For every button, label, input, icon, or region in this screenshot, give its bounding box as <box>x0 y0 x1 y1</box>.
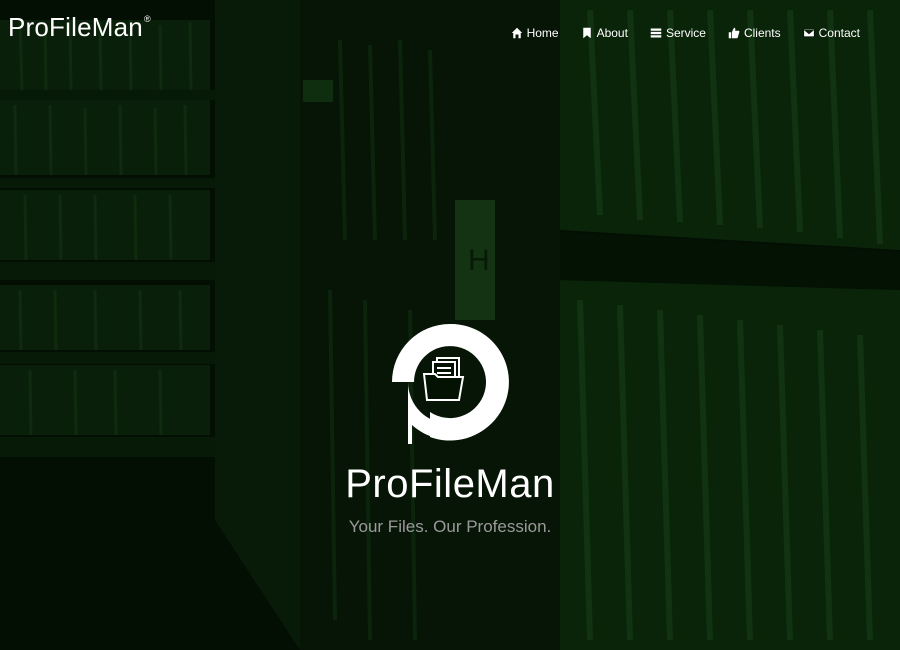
nav-label: Contact <box>818 26 860 40</box>
brand-logo[interactable]: ProFileMan® <box>8 12 151 43</box>
registered-mark: ® <box>143 14 151 24</box>
nav-label: About <box>596 26 628 40</box>
nav-label: Clients <box>743 26 781 40</box>
main-nav: Home About Service Clients Contact <box>511 26 860 40</box>
nav-label: Home <box>526 26 559 40</box>
brand-name: ProFileMan <box>8 12 143 42</box>
thumbs-up-icon <box>728 27 740 39</box>
home-icon <box>511 27 522 39</box>
nav-item-clients[interactable]: Clients <box>728 26 781 40</box>
nav-item-contact[interactable]: Contact <box>803 26 860 40</box>
envelope-icon <box>803 28 815 38</box>
nav-item-service[interactable]: Service <box>650 26 706 40</box>
hero-tagline: Your Files. Our Profession. <box>348 517 552 536</box>
bookmark-icon <box>582 27 591 39</box>
nav-label: Service <box>665 26 706 40</box>
hero-section: ProFileMan Your Files. Our Profession. <box>0 322 900 537</box>
folder-with-files-icon <box>392 323 509 444</box>
hero-title: ProFileMan <box>345 462 555 506</box>
nav-item-home[interactable]: Home <box>511 26 559 40</box>
nav-item-about[interactable]: About <box>581 26 628 40</box>
list-icon <box>650 28 662 38</box>
